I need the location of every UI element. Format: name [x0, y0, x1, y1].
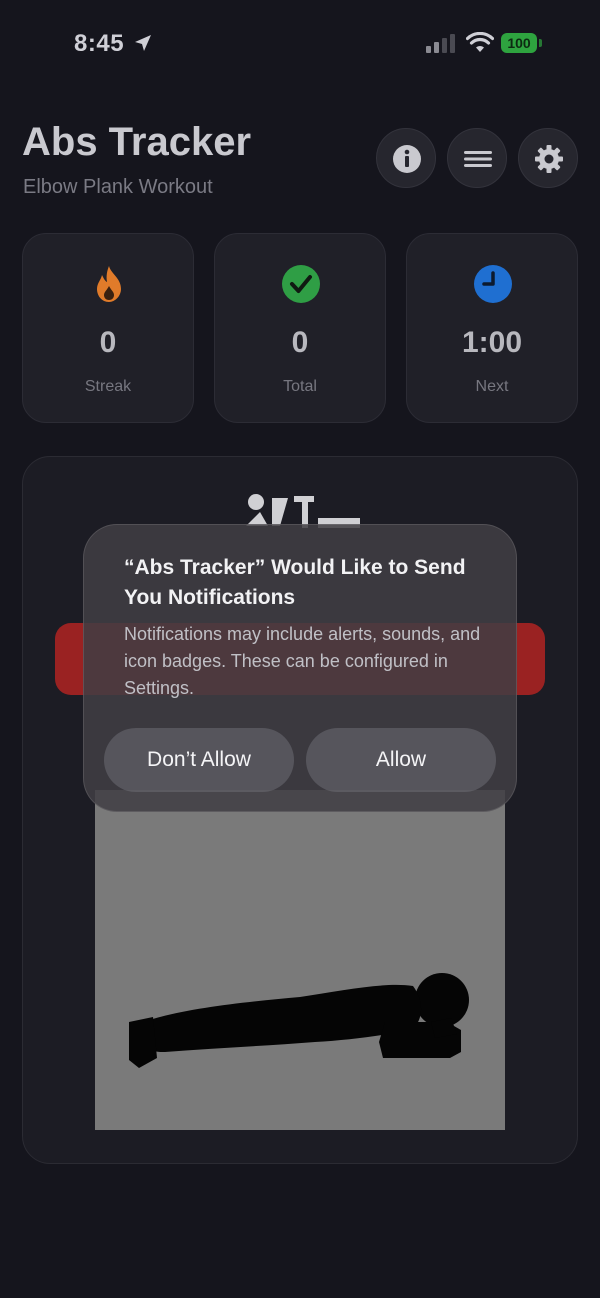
battery-level: 100 — [501, 33, 537, 53]
notification-permission-dialog: “Abs Tracker” Would Like to Send You Not… — [83, 524, 517, 812]
cellular-signal-icon — [426, 34, 455, 53]
allow-button[interactable]: Allow — [306, 728, 496, 792]
app-subtitle: Elbow Plank Workout — [23, 176, 213, 198]
alert-title: “Abs Tracker” Would Like to Send You Not… — [124, 556, 466, 609]
stat-card-total: 0 Total — [214, 233, 386, 423]
flame-icon — [97, 266, 121, 302]
gear-icon — [535, 145, 563, 173]
stat-card-next: 1:00 Next — [406, 233, 578, 423]
stat-value-total: 0 — [291, 326, 309, 359]
status-time: 8:45 — [74, 30, 125, 57]
checkmark-icon — [282, 265, 320, 303]
alert-message: Notifications may include alerts, sounds… — [124, 624, 481, 698]
stat-label-total: Total — [283, 378, 317, 395]
battery-icon: 100 — [501, 33, 543, 53]
menu-button[interactable] — [447, 128, 507, 188]
stat-card-streak: 0 Streak — [22, 233, 194, 423]
dont-allow-button[interactable]: Don’t Allow — [104, 728, 294, 792]
stat-label-next: Next — [475, 378, 509, 395]
stat-label-streak: Streak — [84, 378, 132, 395]
menu-icon — [464, 151, 492, 167]
status-bar: 8:45 100 — [0, 0, 600, 90]
info-icon — [393, 145, 421, 173]
settings-button[interactable] — [518, 128, 578, 188]
clock-icon — [474, 265, 512, 303]
elbow-plank-figure — [129, 973, 469, 1068]
stat-value-next: 1:00 — [461, 326, 523, 359]
stat-value-streak: 0 — [99, 326, 117, 359]
wifi-icon — [466, 32, 494, 52]
info-button[interactable] — [376, 128, 436, 188]
app-title: Abs Tracker — [22, 120, 252, 164]
location-arrow-icon — [135, 35, 151, 51]
